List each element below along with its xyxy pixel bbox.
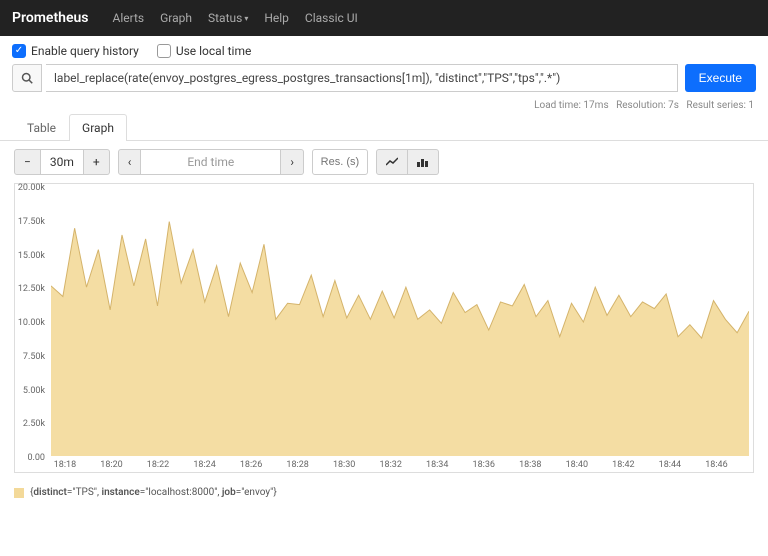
y-tick: 10.00k: [13, 318, 47, 328]
chart-type-group: [376, 149, 439, 175]
search-icon: [12, 64, 42, 92]
y-tick: 12.50k: [13, 284, 47, 294]
enable-query-history-checkbox[interactable]: Enable query history: [12, 44, 139, 58]
chart-container: 20.00k 17.50k 15.00k 12.50k 10.00k 7.50k 5.00k…: [0, 183, 768, 481]
y-tick: 0.00: [13, 453, 47, 463]
nav-help[interactable]: Help: [256, 11, 297, 25]
checkbox-icon: [12, 44, 26, 58]
result-series: Result series: 1: [686, 100, 754, 111]
options-row: Enable query history Use local time: [0, 36, 768, 64]
x-tick: 18:20: [100, 460, 122, 470]
time-next-button[interactable]: ›: [281, 149, 304, 175]
query-input[interactable]: [46, 64, 678, 92]
tab-table[interactable]: Table: [14, 114, 69, 141]
checkbox-label: Use local time: [176, 44, 252, 58]
y-tick: 15.00k: [13, 251, 47, 261]
tab-graph[interactable]: Graph: [69, 114, 127, 141]
x-tick: 18:38: [519, 460, 541, 470]
x-tick: 18:26: [240, 460, 262, 470]
query-row: Execute: [0, 64, 768, 100]
chevron-down-icon: ▾: [244, 14, 248, 23]
resolution-info: Resolution: 7s: [616, 100, 679, 111]
resolution-input[interactable]: [312, 149, 368, 175]
load-time: Load time: 17ms: [534, 100, 609, 111]
range-group: − 30m +: [14, 149, 110, 175]
query-info: Load time: 17ms Resolution: 7s Result se…: [0, 100, 768, 113]
checkbox-label: Enable query history: [31, 44, 139, 58]
time-prev-button[interactable]: ‹: [118, 149, 142, 175]
x-tick: 18:44: [659, 460, 681, 470]
brand: Prometheus: [12, 10, 89, 26]
checkbox-icon: [157, 44, 171, 58]
use-local-time-checkbox[interactable]: Use local time: [157, 44, 252, 58]
y-tick: 2.50k: [13, 419, 47, 429]
x-tick: 18:32: [379, 460, 401, 470]
range-value[interactable]: 30m: [41, 149, 84, 175]
x-tick: 18:36: [473, 460, 495, 470]
nav-status[interactable]: Status▾: [200, 11, 256, 25]
navbar: Prometheus Alerts Graph Status▾ Help Cla…: [0, 0, 768, 36]
x-tick: 18:30: [333, 460, 355, 470]
legend-label: {distinct="TPS", instance="localhost:800…: [30, 487, 277, 498]
x-tick: 18:40: [566, 460, 588, 470]
y-axis: 20.00k 17.50k 15.00k 12.50k 10.00k 7.50k 5.00k…: [13, 184, 47, 456]
nav-graph[interactable]: Graph: [152, 11, 200, 25]
x-tick: 18:28: [286, 460, 308, 470]
x-tick: 18:46: [705, 460, 727, 470]
y-tick: 20.00k: [13, 183, 47, 193]
x-tick: 18:24: [193, 460, 215, 470]
legend: {distinct="TPS", instance="localhost:800…: [0, 481, 768, 508]
y-tick: 7.50k: [13, 352, 47, 362]
x-tick: 18:18: [54, 460, 76, 470]
range-decrement-button[interactable]: −: [14, 149, 41, 175]
nav-alerts[interactable]: Alerts: [105, 11, 153, 25]
legend-swatch: [14, 488, 24, 498]
y-tick: 5.00k: [13, 386, 47, 396]
chart[interactable]: 20.00k 17.50k 15.00k 12.50k 10.00k 7.50k 5.00k…: [14, 183, 754, 473]
line-chart-button[interactable]: [376, 149, 408, 175]
nav-classic-ui[interactable]: Classic UI: [297, 11, 366, 25]
tabs: Table Graph: [0, 113, 768, 141]
range-increment-button[interactable]: +: [84, 149, 110, 175]
y-tick: 17.50k: [13, 217, 47, 227]
stacked-chart-button[interactable]: [408, 149, 439, 175]
execute-button[interactable]: Execute: [685, 64, 756, 92]
x-tick: 18:34: [426, 460, 448, 470]
time-nav-group: ‹ End time ›: [118, 149, 304, 175]
end-time-input[interactable]: End time: [141, 149, 281, 175]
x-tick: 18:22: [147, 460, 169, 470]
x-axis: 18:18 18:20 18:22 18:24 18:26 18:28 18:30 18:32…: [51, 458, 749, 472]
x-tick: 18:42: [612, 460, 634, 470]
graph-toolbar: − 30m + ‹ End time ›: [0, 141, 768, 183]
chart-plot: [51, 188, 749, 456]
